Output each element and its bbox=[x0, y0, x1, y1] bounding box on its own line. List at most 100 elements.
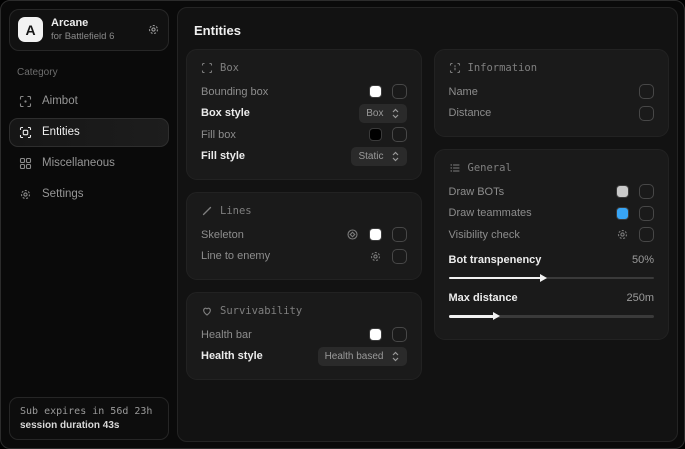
card-title: Box bbox=[220, 62, 239, 74]
bot-transparency-slider-group: Bot transpenency 50% bbox=[449, 250, 655, 280]
gear-icon[interactable] bbox=[147, 23, 160, 36]
row-label: Bounding box bbox=[201, 86, 359, 98]
sidebar-item-label: Aimbot bbox=[42, 95, 78, 107]
app-logo: A bbox=[18, 17, 43, 42]
card-title: Lines bbox=[220, 205, 252, 217]
row-label: Distance bbox=[449, 107, 630, 119]
row-label: Health style bbox=[201, 350, 308, 362]
bot-transparency-slider[interactable] bbox=[449, 277, 655, 280]
line-to-enemy-row: Line to enemy bbox=[201, 246, 407, 268]
sidebar-item-miscellaneous[interactable]: Miscellaneous bbox=[9, 149, 169, 178]
general-card: General Draw BOTs Draw teammates Visibil… bbox=[434, 149, 670, 340]
info-scan-icon bbox=[449, 62, 461, 74]
draw-bots-row: Draw BOTs bbox=[449, 181, 655, 203]
max-distance-slider[interactable] bbox=[449, 315, 655, 318]
gear-icon[interactable] bbox=[369, 250, 382, 263]
app-window: A Arcane for Battlefield 6 Category bbox=[0, 0, 685, 449]
visibility-check-row: Visibility check bbox=[449, 224, 655, 246]
sidebar-item-label: Settings bbox=[42, 188, 84, 200]
sidebar-item-label: Miscellaneous bbox=[42, 157, 115, 169]
app-meta: Arcane for Battlefield 6 bbox=[51, 17, 139, 43]
sub-expiry-text: Sub expires in 56d 23h bbox=[20, 406, 158, 417]
survivability-card: Survivability Health bar Health style He… bbox=[186, 292, 422, 380]
card-title: Information bbox=[468, 62, 538, 74]
fill-style-dropdown[interactable]: Static bbox=[351, 147, 406, 166]
max-distance-slider-group: Max distance 250m bbox=[449, 288, 655, 318]
card-title: Survivability bbox=[220, 305, 302, 317]
draw-bots-color-swatch[interactable] bbox=[616, 185, 629, 198]
draw-teammates-color-swatch[interactable] bbox=[616, 207, 629, 220]
crosshair-icon bbox=[19, 95, 32, 108]
card-title: General bbox=[468, 162, 512, 174]
row-label: Draw teammates bbox=[449, 207, 607, 219]
sidebar-item-aimbot[interactable]: Aimbot bbox=[9, 87, 169, 116]
target-icon[interactable] bbox=[346, 228, 359, 241]
box-card: Box Bounding box Box style Box bbox=[186, 49, 422, 180]
skeleton-row: Skeleton bbox=[201, 224, 407, 246]
gear-icon[interactable] bbox=[616, 228, 629, 241]
visibility-check-checkbox[interactable] bbox=[639, 227, 654, 242]
slider-value: 50% bbox=[632, 254, 654, 266]
bounding-box-checkbox[interactable] bbox=[392, 84, 407, 99]
row-label: Visibility check bbox=[449, 229, 607, 241]
row-label: Fill box bbox=[201, 129, 359, 141]
row-label: Skeleton bbox=[201, 229, 336, 241]
entity-scan-icon bbox=[19, 126, 32, 139]
row-label: Fill style bbox=[201, 150, 341, 162]
unfold-icon bbox=[391, 108, 400, 119]
row-label: Name bbox=[449, 86, 630, 98]
gear-icon bbox=[19, 188, 32, 201]
draw-teammates-checkbox[interactable] bbox=[639, 206, 654, 221]
health-bar-color-swatch[interactable] bbox=[369, 328, 382, 341]
unfold-icon bbox=[391, 351, 400, 362]
draw-bots-checkbox[interactable] bbox=[639, 184, 654, 199]
bounding-box-color-swatch[interactable] bbox=[369, 85, 382, 98]
page-title: Entities bbox=[194, 23, 669, 38]
information-card: Information Name Distance bbox=[434, 49, 670, 137]
list-icon bbox=[449, 162, 461, 174]
row-label: Draw BOTs bbox=[449, 186, 607, 198]
distance-checkbox[interactable] bbox=[639, 106, 654, 121]
slider-value: 250m bbox=[626, 292, 654, 304]
box-brackets-icon bbox=[201, 62, 213, 74]
fill-style-row: Fill style Static bbox=[201, 146, 407, 168]
slider-label: Bot transpenency bbox=[449, 254, 632, 266]
heart-icon bbox=[201, 305, 213, 317]
health-style-dropdown[interactable]: Health based bbox=[318, 347, 407, 366]
line-icon bbox=[201, 205, 213, 217]
bounding-box-row: Bounding box bbox=[201, 81, 407, 103]
row-label: Line to enemy bbox=[201, 250, 359, 262]
row-label: Box style bbox=[201, 107, 349, 119]
sidebar-nav: Aimbot Entities bbox=[9, 87, 169, 209]
skeleton-color-swatch[interactable] bbox=[369, 228, 382, 241]
name-checkbox[interactable] bbox=[639, 84, 654, 99]
main-panel: Entities Box Bounding box bbox=[177, 7, 678, 442]
distance-row: Distance bbox=[449, 103, 655, 125]
name-row: Name bbox=[449, 81, 655, 103]
lines-card: Lines Skeleton bbox=[186, 192, 422, 280]
fill-box-row: Fill box bbox=[201, 124, 407, 146]
health-style-row: Health style Health based bbox=[201, 346, 407, 368]
row-label: Health bar bbox=[201, 329, 359, 341]
sidebar: A Arcane for Battlefield 6 Category bbox=[1, 1, 177, 448]
draw-teammates-row: Draw teammates bbox=[449, 203, 655, 225]
unfold-icon bbox=[391, 151, 400, 162]
skeleton-checkbox[interactable] bbox=[392, 227, 407, 242]
subscription-status-card: Sub expires in 56d 23h session duration … bbox=[9, 397, 169, 440]
line-to-enemy-checkbox[interactable] bbox=[392, 249, 407, 264]
fill-box-color-swatch[interactable] bbox=[369, 128, 382, 141]
box-style-dropdown[interactable]: Box bbox=[359, 104, 406, 123]
app-name: Arcane bbox=[51, 17, 139, 31]
sidebar-item-entities[interactable]: Entities bbox=[9, 118, 169, 147]
sidebar-item-settings[interactable]: Settings bbox=[9, 180, 169, 209]
app-subtitle: for Battlefield 6 bbox=[51, 31, 139, 43]
sidebar-item-label: Entities bbox=[42, 126, 80, 138]
box-style-row: Box style Box bbox=[201, 103, 407, 125]
health-bar-checkbox[interactable] bbox=[392, 327, 407, 342]
grid-icon bbox=[19, 157, 32, 170]
category-label: Category bbox=[17, 67, 161, 78]
health-bar-row: Health bar bbox=[201, 324, 407, 346]
app-card: A Arcane for Battlefield 6 bbox=[9, 9, 169, 51]
session-duration-text: session duration 43s bbox=[20, 420, 158, 431]
fill-box-checkbox[interactable] bbox=[392, 127, 407, 142]
